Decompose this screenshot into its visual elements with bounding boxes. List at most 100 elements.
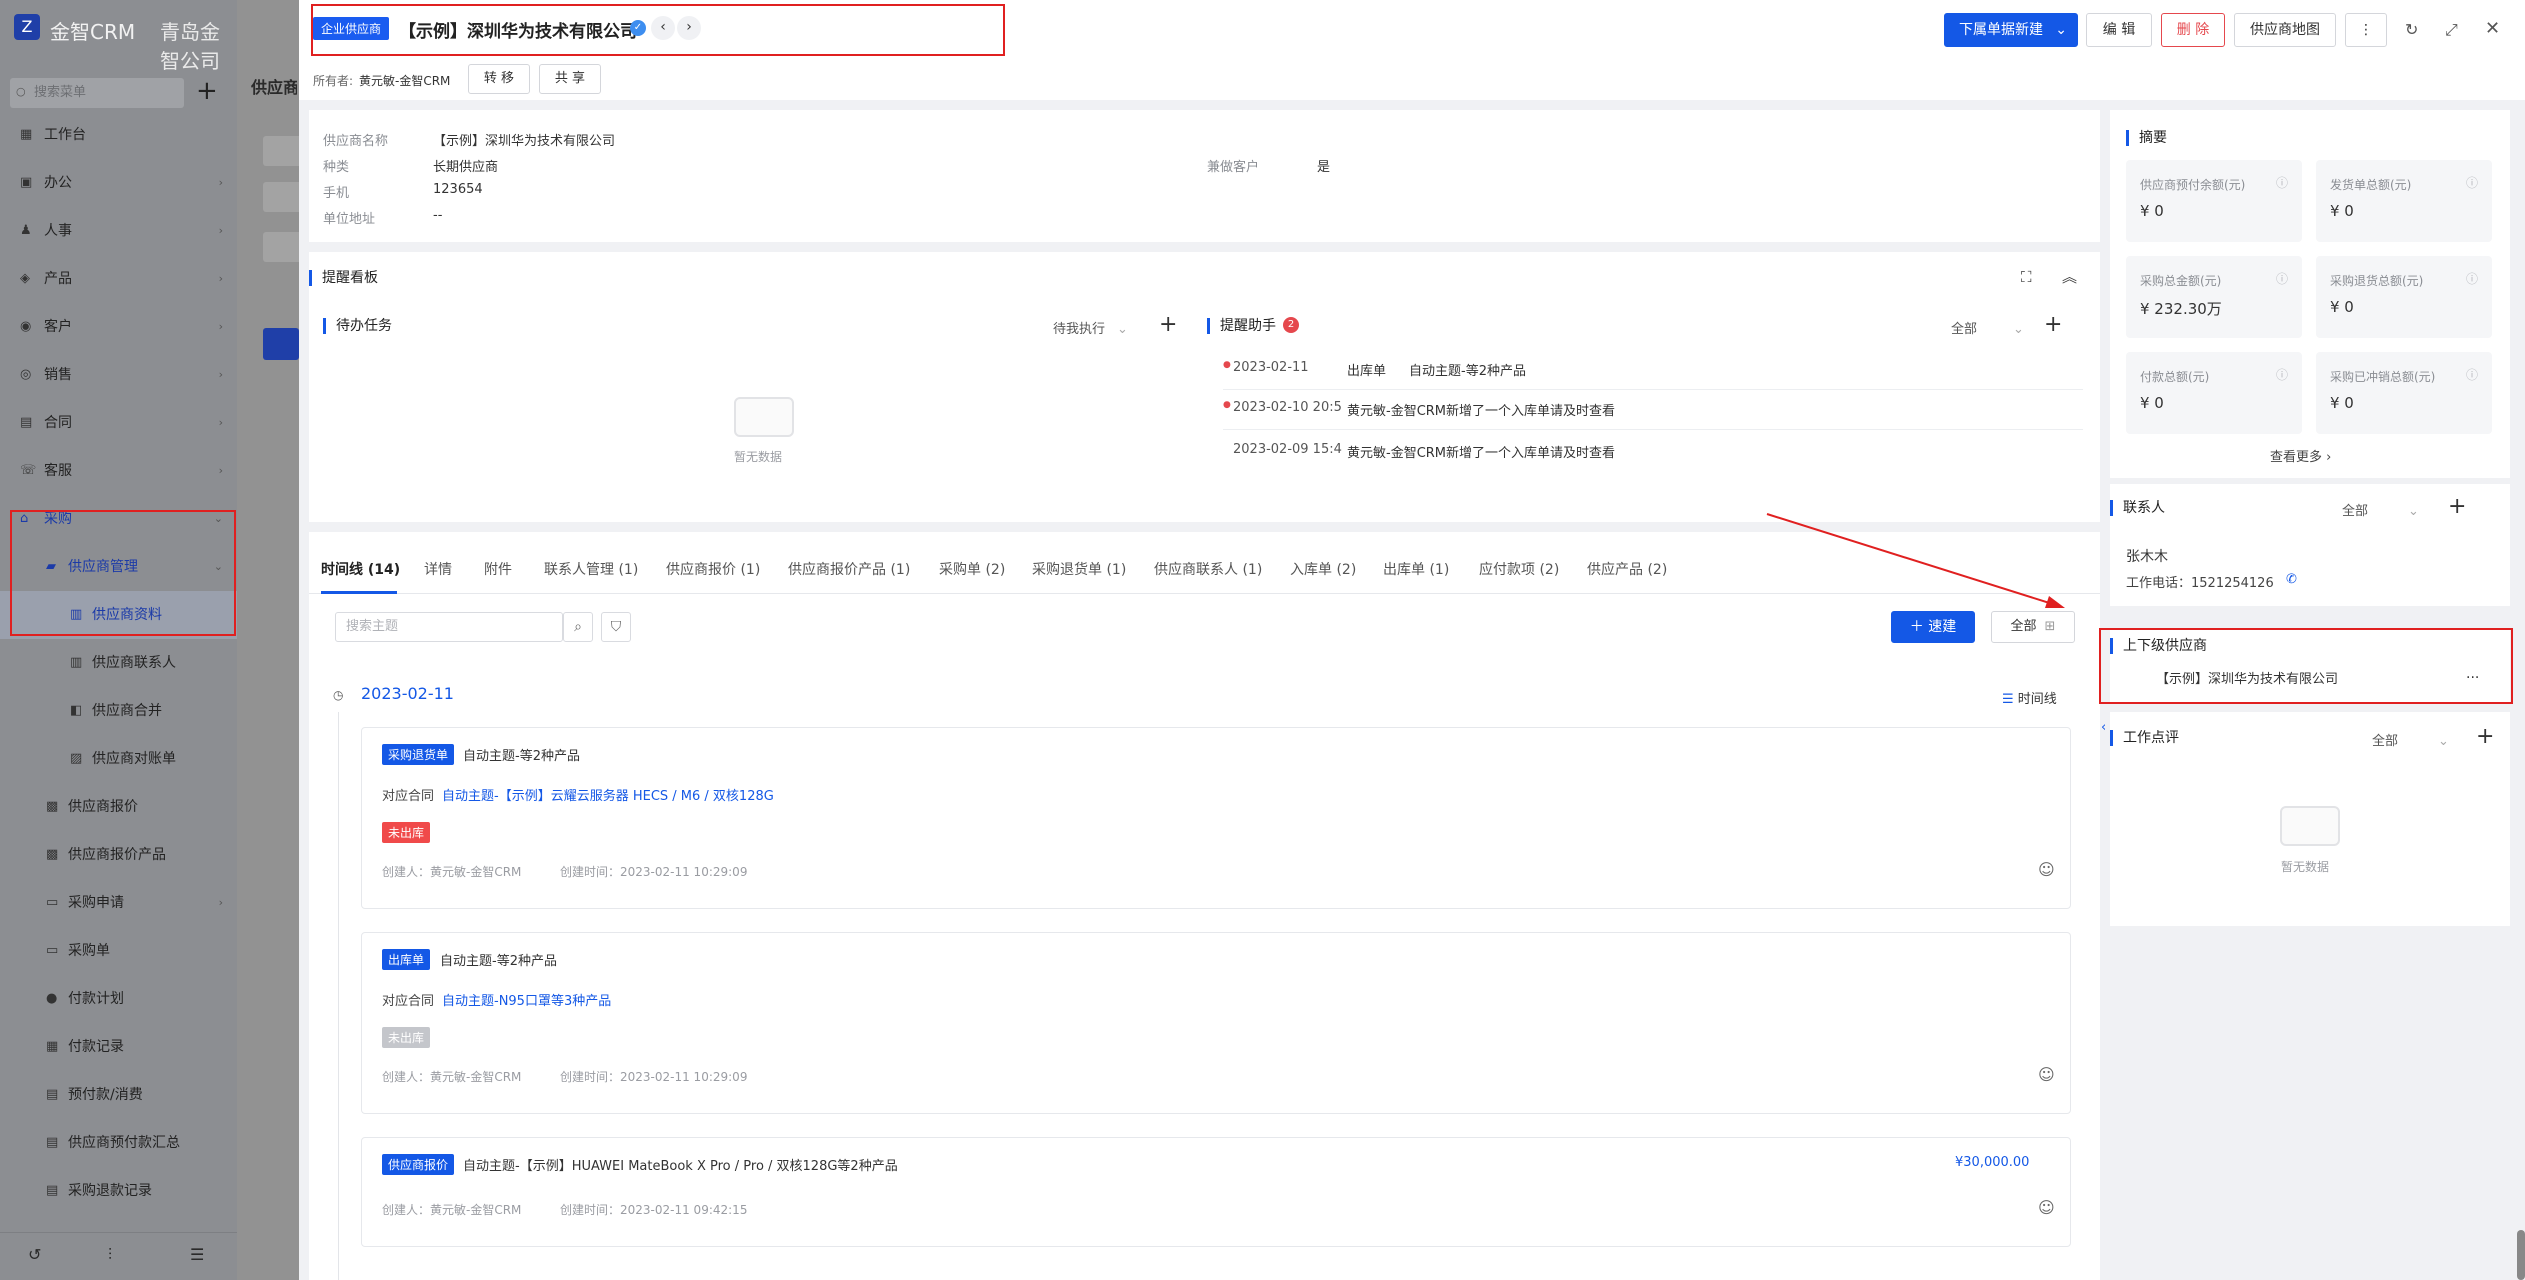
menu-item-prepay-summary[interactable]: ▤ 供应商预付款汇总 bbox=[0, 1119, 237, 1167]
supplier-map-button[interactable]: 供应商地图 bbox=[2234, 13, 2336, 47]
add-review-button[interactable]: + bbox=[2476, 724, 2494, 749]
review-filter-select[interactable]: 全部 ⌄ bbox=[2372, 730, 2449, 749]
tab-details[interactable]: 详情 bbox=[424, 559, 452, 579]
menu-search-input[interactable]: 搜索菜单 bbox=[10, 78, 184, 108]
new-sub-document-button[interactable]: 下属单据新建 ⌄ bbox=[1944, 13, 2078, 47]
tab-supplier-contact[interactable]: 供应商联系人 (1) bbox=[1154, 559, 1262, 579]
entry-subject: 自动主题-【示例】HUAWEI MateBook X Pro / Pro / 双… bbox=[463, 1159, 898, 1174]
quick-create-label: 速建 bbox=[1928, 619, 1957, 635]
assistant-filter-select[interactable]: 全部 ⌄ bbox=[1951, 318, 2024, 337]
assistant-count-badge: 2 bbox=[1283, 317, 1299, 333]
chevron-right-icon: › bbox=[218, 176, 223, 189]
summary-icon: ▤ bbox=[46, 1135, 59, 1150]
menu-item-office[interactable]: ▣ 办公 › bbox=[0, 159, 237, 207]
record-icon: ▦ bbox=[46, 1039, 59, 1054]
menu-label: 供应商合并 bbox=[92, 703, 162, 719]
contacts-filter-select[interactable]: 全部 ⌄ bbox=[2342, 500, 2419, 519]
chevron-right-icon: › bbox=[218, 416, 223, 429]
menu-item-hr[interactable]: ♟ 人事 › bbox=[0, 207, 237, 255]
menu-item-supplier-merge[interactable]: ◧ 供应商合并 bbox=[0, 687, 237, 735]
reminder-row[interactable]: 2023-02-09 15:4 黄元敏-金智CRM新增了一个入库单请及时查看 bbox=[1223, 434, 2083, 472]
tab-active-indicator bbox=[321, 591, 397, 594]
todo-empty-text: 暂无数据 bbox=[734, 450, 783, 464]
summary-card: 摘要 供应商预付余额(元) ⓘ ¥ 0 发货单总额(元) ⓘ ¥ 0 采购总金额(元) ⓘ… bbox=[2110, 110, 2510, 478]
summary-value: ¥ 0 bbox=[2140, 394, 2164, 412]
filter-button[interactable]: ⛉ bbox=[601, 612, 631, 642]
menu-item-customer[interactable]: ◉ 客户 › bbox=[0, 303, 237, 351]
filter-settings-icon[interactable]: ⫶ bbox=[108, 1245, 112, 1265]
app-logo-icon: Z bbox=[14, 14, 40, 40]
tab-purchase-return[interactable]: 采购退货单 (1) bbox=[1032, 559, 1126, 579]
timeline-entry[interactable]: 采购退货单 自动主题-等2种产品 对应合同 自动主题-【示例】云耀云服务器 HE… bbox=[361, 727, 2071, 909]
menu-item-contract[interactable]: ▤ 合同 › bbox=[0, 399, 237, 447]
menu-item-product[interactable]: ◈ 产品 › bbox=[0, 255, 237, 303]
add-todo-button[interactable]: + bbox=[1159, 312, 1177, 337]
share-button[interactable]: 共 享 bbox=[539, 64, 601, 94]
menu-item-supplier-quote[interactable]: ▩ 供应商报价 bbox=[0, 783, 237, 831]
grid-icon: ⊞ bbox=[2044, 619, 2056, 634]
menu-item-service[interactable]: ☏ 客服 › bbox=[0, 447, 237, 495]
view-more-link[interactable]: 查看更多 › bbox=[2270, 446, 2331, 465]
menu-item-prepay[interactable]: ▤ 预付款/消费 bbox=[0, 1071, 237, 1119]
collapse-panel-icon[interactable]: ‹ bbox=[2101, 720, 2106, 735]
add-reminder-button[interactable]: + bbox=[2044, 312, 2062, 337]
fullscreen-icon[interactable]: ⤢ bbox=[2445, 20, 2458, 40]
menu-item-supplier-quote-product[interactable]: ▩ 供应商报价产品 bbox=[0, 831, 237, 879]
history-icon[interactable]: ↺ bbox=[28, 1245, 41, 1264]
menu-item-supplier-contact[interactable]: ▥ 供应商联系人 bbox=[0, 639, 237, 687]
work-review-card: 工作点评 全部 ⌄ + 暂无数据 bbox=[2110, 712, 2510, 926]
chevron-down-icon: ⌄ bbox=[2438, 734, 2449, 749]
search-button[interactable]: ⌕ bbox=[563, 612, 593, 642]
timeline-entry[interactable]: 出库单 自动主题-等2种产品 对应合同 自动主题-N95口罩等3种产品 未出库 … bbox=[361, 932, 2071, 1114]
menu-item-sales[interactable]: ◎ 销售 › bbox=[0, 351, 237, 399]
tab-purchase-order[interactable]: 采购单 (2) bbox=[939, 559, 1005, 579]
summary-item: 采购退货总额(元) ⓘ ¥ 0 bbox=[2316, 256, 2492, 338]
todo-filter-select[interactable]: 待我执行 ⌄ bbox=[1053, 318, 1128, 337]
more-actions-button[interactable]: ⋮ bbox=[2345, 13, 2387, 47]
timeline-view-toggle[interactable]: ☰ 时间线 bbox=[2002, 688, 2057, 707]
entry-contract-link[interactable]: 自动主题-【示例】云耀云服务器 HECS / M6 / 双核128G bbox=[442, 785, 774, 804]
close-icon[interactable]: ✕ bbox=[2485, 18, 2500, 39]
menu-item-refund-record[interactable]: ▤ 采购退款记录 bbox=[0, 1167, 237, 1215]
entry-contract-link[interactable]: 自动主题-N95口罩等3种产品 bbox=[442, 990, 611, 1009]
reminder-row[interactable]: ● 2023-02-10 20:5 黄元敏-金智CRM新增了一个入库单请及时查看 bbox=[1223, 392, 2083, 430]
tab-attachments[interactable]: 附件 bbox=[484, 559, 512, 579]
add-contact-button[interactable]: + bbox=[2448, 494, 2466, 519]
comment-icon[interactable]: ☺ bbox=[2038, 860, 2055, 879]
comment-icon[interactable]: ☺ bbox=[2038, 1198, 2055, 1217]
menu-item-purchase-request[interactable]: ▭ 采购申请 › bbox=[0, 879, 237, 927]
menu-item-payment-record[interactable]: ▦ 付款记录 bbox=[0, 1023, 237, 1071]
tab-inbound[interactable]: 入库单 (2) bbox=[1290, 559, 1356, 579]
collapse-up-icon[interactable]: ︽ bbox=[2062, 266, 2077, 287]
summary-title: 摘要 bbox=[2126, 130, 2167, 146]
tab-timeline[interactable]: 时间线 (14) bbox=[321, 559, 400, 579]
menu-label: 预付款/消费 bbox=[68, 1087, 143, 1103]
summary-label: 付款总额(元) bbox=[2140, 370, 2210, 384]
menu-item-payment-plan[interactable]: ● 付款计划 bbox=[0, 975, 237, 1023]
transfer-button[interactable]: 转 移 bbox=[468, 64, 530, 94]
entry-subject: 自动主题-等2种产品 bbox=[463, 749, 580, 764]
comment-icon[interactable]: ☺ bbox=[2038, 1065, 2055, 1084]
expand-icon[interactable]: ⛶ bbox=[2021, 268, 2032, 286]
tab-contact-mgmt[interactable]: 联系人管理 (1) bbox=[544, 559, 638, 579]
delete-button[interactable]: 删 除 bbox=[2161, 13, 2225, 47]
menu-item-workbench[interactable]: ▦ 工作台 bbox=[0, 111, 237, 159]
scrollbar[interactable] bbox=[2517, 1230, 2525, 1280]
tab-outbound[interactable]: 出库单 (1) bbox=[1383, 559, 1449, 579]
refresh-icon[interactable]: ↻ bbox=[2405, 20, 2418, 39]
add-menu-button[interactable]: + bbox=[196, 76, 218, 106]
tab-supply-products[interactable]: 供应产品 (2) bbox=[1587, 559, 1667, 579]
menu-item-supplier-statement[interactable]: ▨ 供应商对账单 bbox=[0, 735, 237, 783]
tab-supplier-quote[interactable]: 供应商报价 (1) bbox=[666, 559, 760, 579]
contact-name[interactable]: 张木木 bbox=[2126, 546, 2168, 566]
tab-payables[interactable]: 应付款项 (2) bbox=[1479, 559, 1559, 579]
timeline-search-input[interactable]: 搜索主题 bbox=[335, 612, 563, 642]
edit-button[interactable]: 编 辑 bbox=[2086, 13, 2152, 47]
collapse-menu-icon[interactable]: ☰ bbox=[190, 1245, 204, 1264]
menu-item-purchase-order[interactable]: ▭ 采购单 bbox=[0, 927, 237, 975]
tab-supplier-quote-product[interactable]: 供应商报价产品 (1) bbox=[788, 559, 910, 579]
phone-call-icon[interactable]: ✆ bbox=[2286, 572, 2297, 587]
timeline-entry[interactable]: 供应商报价 自动主题-【示例】HUAWEI MateBook X Pro / P… bbox=[361, 1137, 2071, 1247]
plus-icon: ＋ bbox=[1909, 619, 1929, 635]
reminder-row[interactable]: ● 2023-02-11 出库单 自动主题-等2种产品 bbox=[1223, 352, 2083, 390]
